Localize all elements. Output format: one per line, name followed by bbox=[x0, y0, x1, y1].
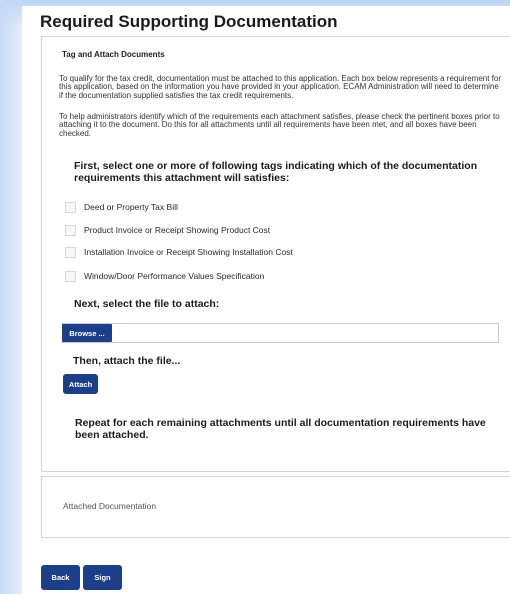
attached-documentation-label: Attached Documentation bbox=[63, 501, 157, 511]
main-content: Required Supporting Documentation Tag an… bbox=[22, 6, 510, 594]
panel-title: Tag and Attach Documents bbox=[62, 50, 165, 59]
browse-button[interactable]: Browse ... bbox=[62, 324, 112, 342]
tag-window-door-performance[interactable]: Window/Door Performance Values Specifica… bbox=[65, 269, 264, 283]
step3-heading: Then, attach the file... bbox=[73, 355, 181, 367]
sign-button[interactable]: Sign bbox=[83, 565, 122, 590]
attach-button[interactable]: Attach bbox=[63, 374, 98, 394]
step2-heading: Next, select the file to attach: bbox=[74, 298, 220, 310]
instructions-paragraph-1: To qualify for the tax credit, documenta… bbox=[59, 74, 502, 100]
tag-checkbox[interactable] bbox=[65, 270, 76, 282]
tag-and-attach-panel: Tag and Attach Documents To qualify for … bbox=[41, 36, 510, 472]
tag-checkbox[interactable] bbox=[65, 246, 76, 258]
step1-heading: First, select one or more of following t… bbox=[74, 160, 478, 184]
page-title: Required Supporting Documentation bbox=[40, 12, 338, 31]
tag-label: Window/Door Performance Values Specifica… bbox=[84, 271, 265, 281]
tag-label: Deed or Property Tax Bill bbox=[84, 202, 178, 212]
tag-checkbox[interactable] bbox=[65, 201, 76, 213]
attached-documentation-panel: Attached Documentation bbox=[41, 476, 510, 538]
tag-label: Product Invoice or Receipt Showing Produ… bbox=[84, 225, 271, 235]
instructions-paragraph-2: To help administrators identify which of… bbox=[59, 112, 500, 138]
tag-deed-or-property-tax-bill[interactable]: Deed or Property Tax Bill bbox=[65, 200, 178, 214]
tag-label: Installation Invoice or Receipt Showing … bbox=[84, 247, 293, 257]
back-button[interactable]: Back bbox=[41, 565, 80, 590]
file-input[interactable] bbox=[62, 323, 499, 343]
tag-checkbox[interactable] bbox=[65, 224, 76, 236]
tag-installation-invoice[interactable]: Installation Invoice or Receipt Showing … bbox=[65, 245, 293, 259]
repeat-note: Repeat for each remaining attachments un… bbox=[75, 417, 486, 441]
tag-product-invoice[interactable]: Product Invoice or Receipt Showing Produ… bbox=[65, 223, 270, 237]
